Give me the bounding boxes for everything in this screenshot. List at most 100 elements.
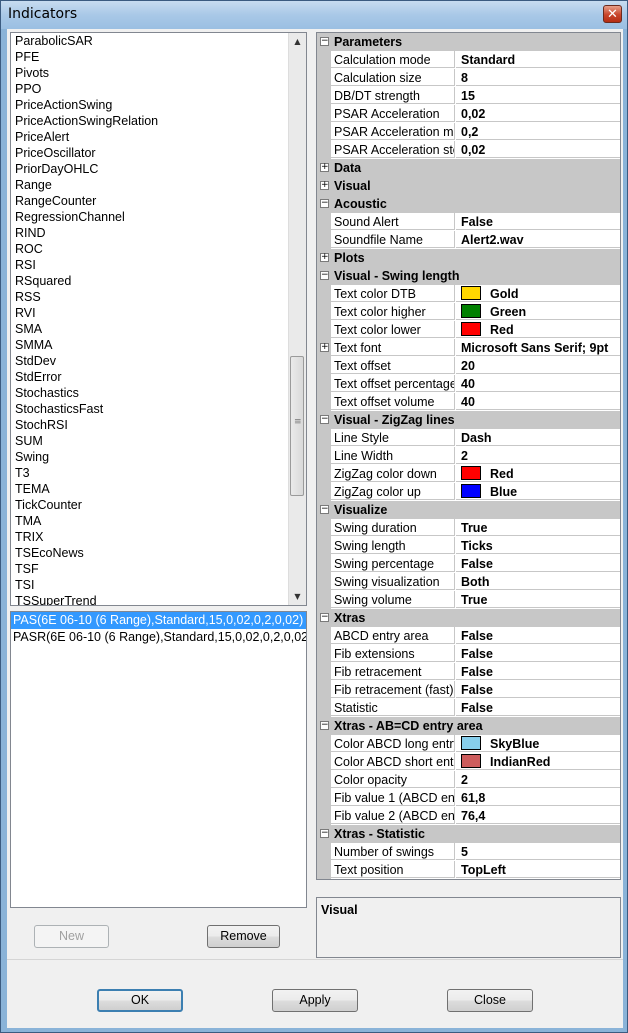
indicator-list-item[interactable]: RangeCounter xyxy=(11,193,289,209)
remove-button[interactable]: Remove xyxy=(207,925,280,948)
indicator-list-scrollbar[interactable]: ▲ ≡ ▼ xyxy=(288,33,306,605)
grid-property-row[interactable]: Text color lower Red xyxy=(317,321,620,339)
expand-icon[interactable]: + xyxy=(320,181,329,190)
property-grid[interactable]: − Parameters Calculation mode Standard Calcu… xyxy=(316,32,621,880)
grid-property-row[interactable]: Swing percentage False xyxy=(317,555,620,573)
indicator-list-item[interactable]: RSquared xyxy=(11,273,289,289)
collapse-icon[interactable]: − xyxy=(320,415,329,424)
grid-property-row[interactable]: Line Width 2 xyxy=(317,447,620,465)
indicator-list-item[interactable]: SUM xyxy=(11,433,289,449)
grid-property-row[interactable]: Color opacity 2 xyxy=(317,771,620,789)
collapse-icon[interactable]: − xyxy=(320,37,329,46)
property-value[interactable]: False xyxy=(456,699,620,716)
property-value[interactable]: 2 xyxy=(456,447,620,464)
expand-icon[interactable]: + xyxy=(320,253,329,262)
indicator-list-item[interactable]: Pivots xyxy=(11,65,289,81)
property-value[interactable]: Red xyxy=(456,465,620,482)
grid-property-row[interactable]: Calculation mode Standard xyxy=(317,51,620,69)
grid-category[interactable]: − Parameters xyxy=(317,33,620,51)
property-value[interactable]: 15 xyxy=(456,87,620,104)
property-value[interactable]: 5 xyxy=(456,843,620,860)
property-value[interactable]: False xyxy=(456,627,620,644)
property-value[interactable]: 20 xyxy=(456,357,620,374)
grid-property-row[interactable]: Text color higher Green xyxy=(317,303,620,321)
collapse-icon[interactable]: − xyxy=(320,613,329,622)
grid-property-row[interactable]: ABCD entry area False xyxy=(317,627,620,645)
indicator-list-item[interactable]: PFE xyxy=(11,49,289,65)
collapse-icon[interactable]: − xyxy=(320,829,329,838)
property-value[interactable]: IndianRed xyxy=(456,753,620,770)
ok-button[interactable]: OK xyxy=(97,989,183,1012)
grid-property-row[interactable]: Fib retracement (fast) False xyxy=(317,681,620,699)
grid-property-row[interactable]: Color ABCD short entry IndianRed xyxy=(317,753,620,771)
property-value[interactable]: Both xyxy=(456,573,620,590)
indicator-list-item[interactable]: TSI xyxy=(11,577,289,593)
property-value[interactable]: 0,2 xyxy=(456,123,620,140)
grid-category[interactable]: − Xtras - AB=CD entry area xyxy=(317,717,620,735)
grid-property-row[interactable]: PSAR Acceleration step 0,02 xyxy=(317,141,620,159)
indicator-list-item[interactable]: Stochastics xyxy=(11,385,289,401)
indicator-list-item[interactable]: RIND xyxy=(11,225,289,241)
collapse-icon[interactable]: − xyxy=(320,505,329,514)
indicator-list-item[interactable]: TSF xyxy=(11,561,289,577)
property-value[interactable]: Dash xyxy=(456,429,620,446)
property-value[interactable]: False xyxy=(456,555,620,572)
grid-property-row[interactable]: ZigZag color up Blue xyxy=(317,483,620,501)
applied-indicator-item[interactable]: PAS(6E 06-10 (6 Range),Standard,15,0,02,… xyxy=(11,612,306,629)
indicator-list-item[interactable]: TickCounter xyxy=(11,497,289,513)
indicator-list-item[interactable]: RegressionChannel xyxy=(11,209,289,225)
property-value[interactable]: False xyxy=(456,681,620,698)
property-value[interactable]: 40 xyxy=(456,393,620,410)
property-value[interactable]: 0,02 xyxy=(456,105,620,122)
indicator-list-item[interactable]: StochRSI xyxy=(11,417,289,433)
expand-icon[interactable]: + xyxy=(320,343,329,352)
indicator-list-item[interactable]: TSSuperTrend xyxy=(11,593,289,605)
indicator-list-item[interactable]: PriceActionSwing xyxy=(11,97,289,113)
property-value[interactable]: Gold xyxy=(456,285,620,302)
grid-property-row[interactable]: Swing duration True xyxy=(317,519,620,537)
property-value[interactable]: False xyxy=(456,213,620,230)
property-value[interactable]: 40 xyxy=(456,375,620,392)
grid-category[interactable]: − Acoustic xyxy=(317,195,620,213)
grid-category[interactable]: + Visual xyxy=(317,177,620,195)
grid-property-row[interactable]: Text position TopLeft xyxy=(317,861,620,879)
indicator-list-item[interactable]: StochasticsFast xyxy=(11,401,289,417)
indicator-list-item[interactable]: TEMA xyxy=(11,481,289,497)
indicator-list-item[interactable]: ParabolicSAR xyxy=(11,33,289,49)
indicator-list-item[interactable]: Swing xyxy=(11,449,289,465)
grid-category[interactable]: + Data xyxy=(317,159,620,177)
indicator-list-item[interactable]: TRIX xyxy=(11,529,289,545)
property-value[interactable]: Blue xyxy=(456,483,620,500)
indicator-list-item[interactable]: SMA xyxy=(11,321,289,337)
property-value[interactable]: Microsoft Sans Serif; 9pt xyxy=(456,339,620,356)
grid-property-row[interactable]: Swing length Ticks xyxy=(317,537,620,555)
property-value[interactable]: True xyxy=(456,519,620,536)
grid-property-row[interactable]: Calculation size 8 xyxy=(317,69,620,87)
grid-property-row[interactable]: DB/DT strength 15 xyxy=(317,87,620,105)
grid-property-row[interactable]: Text offset volume 40 xyxy=(317,393,620,411)
indicator-list-item[interactable]: StdError xyxy=(11,369,289,385)
grid-property-row[interactable]: Fib value 1 (ABCD entry) 61,8 xyxy=(317,789,620,807)
indicator-list-item[interactable]: TMA xyxy=(11,513,289,529)
grid-property-row[interactable]: Soundfile Name Alert2.wav xyxy=(317,231,620,249)
expand-icon[interactable]: + xyxy=(320,163,329,172)
property-value[interactable]: False xyxy=(456,645,620,662)
scroll-up-icon[interactable]: ▲ xyxy=(289,33,306,50)
grid-property-row[interactable]: Number of swings 5 xyxy=(317,843,620,861)
grid-property-row[interactable]: Fib extensions False xyxy=(317,645,620,663)
scroll-down-icon[interactable]: ▼ xyxy=(289,588,306,605)
property-value[interactable]: True xyxy=(456,591,620,608)
grid-property-row[interactable]: + Text font Microsoft Sans Serif; 9pt xyxy=(317,339,620,357)
grid-property-row[interactable]: Statistic False xyxy=(317,699,620,717)
property-value[interactable]: 2 xyxy=(456,771,620,788)
indicator-list-item[interactable]: RVI xyxy=(11,305,289,321)
property-value[interactable]: TopLeft xyxy=(456,861,620,878)
grid-category[interactable]: + Plots xyxy=(317,249,620,267)
indicator-list-item[interactable]: SMMA xyxy=(11,337,289,353)
indicator-list-item[interactable]: T3 xyxy=(11,465,289,481)
indicator-list-item[interactable]: PPO xyxy=(11,81,289,97)
property-value[interactable]: 8 xyxy=(456,69,620,86)
indicator-list-item[interactable]: StdDev xyxy=(11,353,289,369)
grid-property-row[interactable]: Text color DTB Gold xyxy=(317,285,620,303)
grid-property-row[interactable]: Swing visualization Both xyxy=(317,573,620,591)
